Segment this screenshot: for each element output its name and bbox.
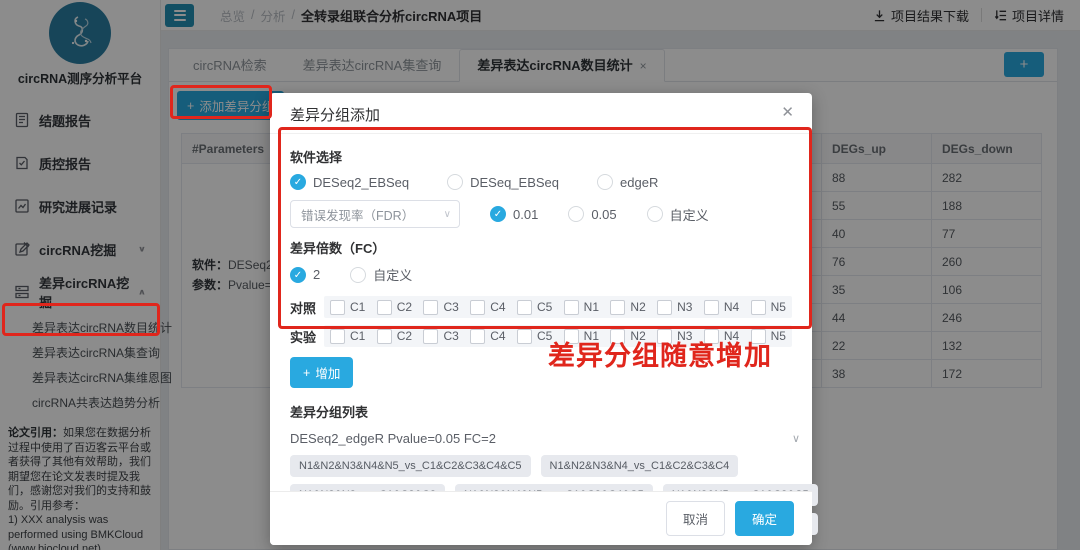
sample-checkbox-n1[interactable]: N1 — [564, 329, 599, 344]
checkbox-icon — [377, 300, 392, 315]
checkbox-icon — [657, 329, 672, 344]
software-section-label: 软件选择 — [290, 147, 792, 166]
close-icon[interactable]: ✕ — [781, 103, 794, 121]
checkbox-icon — [330, 329, 345, 344]
checkbox-icon — [517, 300, 532, 315]
radio-unchecked-icon — [568, 206, 584, 222]
software-radio-group: ✓DESeq2_EBSeq DESeq_EBSeq edgeR — [290, 174, 792, 190]
checkbox-icon — [470, 329, 485, 344]
modal-body: 软件选择 ✓DESeq2_EBSeq DESeq_EBSeq edgeR 错误发… — [270, 134, 812, 535]
checkbox-icon — [564, 300, 579, 315]
checkbox-icon — [330, 300, 345, 315]
plus-icon: + — [303, 366, 310, 380]
radio-fc-custom[interactable]: 自定义 — [350, 265, 412, 284]
sample-checkbox-n4[interactable]: N4 — [704, 300, 739, 315]
modal-header: 差异分组添加 ✕ — [270, 93, 812, 134]
radio-fdr-001[interactable]: ✓0.01 — [490, 206, 538, 222]
sample-checkbox-n2[interactable]: N2 — [610, 300, 645, 315]
checkbox-icon — [423, 300, 438, 315]
radio-deseq2-ebseq[interactable]: ✓DESeq2_EBSeq — [290, 174, 409, 190]
add-comparison-button[interactable]: + 增加 — [290, 357, 353, 388]
sample-checkbox-n4[interactable]: N4 — [704, 329, 739, 344]
radio-unchecked-icon — [350, 267, 366, 283]
control-sample-strip: C1 C2 C3 C4 C5 N1 N2 N3 N4 N5 — [324, 296, 792, 318]
control-sample-row: 对照 C1 C2 C3 C4 C5 N1 N2 N3 N4 N5 — [290, 296, 792, 318]
sample-checkbox-c3[interactable]: C3 — [423, 300, 458, 315]
fc-radio-group: ✓2 自定义 — [290, 265, 792, 284]
group-list-item[interactable]: DESeq2_edgeR Pvalue=0.05 FC=2 ∨ — [290, 431, 800, 446]
control-label: 对照 — [290, 298, 324, 317]
checkbox-icon — [423, 329, 438, 344]
sample-checkbox-n1[interactable]: N1 — [564, 300, 599, 315]
fdr-type-select[interactable]: 错误发现率（FDR） ∨ — [290, 200, 460, 228]
modal-footer: 取消 确定 — [270, 491, 812, 545]
radio-unchecked-icon — [597, 174, 613, 190]
checkbox-icon — [377, 329, 392, 344]
sample-checkbox-c5[interactable]: C5 — [517, 300, 552, 315]
sample-checkbox-c4[interactable]: C4 — [470, 329, 505, 344]
sample-checkbox-c1[interactable]: C1 — [330, 329, 365, 344]
fdr-select-value: 错误发现率（FDR） — [301, 205, 414, 224]
add-diff-group-modal: 差异分组添加 ✕ 软件选择 ✓DESeq2_EBSeq DESeq_EBSeq … — [270, 93, 812, 545]
radio-fc-2[interactable]: ✓2 — [290, 267, 320, 283]
radio-checked-icon: ✓ — [490, 206, 506, 222]
sample-checkbox-c2[interactable]: C2 — [377, 329, 412, 344]
sample-checkbox-n5[interactable]: N5 — [751, 329, 786, 344]
sample-checkbox-c2[interactable]: C2 — [377, 300, 412, 315]
modal-title: 差异分组添加 — [290, 107, 380, 124]
radio-fdr-005[interactable]: 0.05 — [568, 206, 616, 222]
experiment-label: 实验 — [290, 327, 324, 346]
fc-section-label: 差异倍数（FC） — [290, 238, 792, 257]
experiment-sample-strip: C1 C2 C3 C4 C5 N1 N2 N3 N4 N5 — [324, 325, 792, 347]
radio-checked-icon: ✓ — [290, 174, 306, 190]
chip-row: N1&N2&N3&N4&N5_vs_C1&C2&C3&C4&C5 N1&N2&N… — [290, 455, 792, 477]
sample-checkbox-c5[interactable]: C5 — [517, 329, 552, 344]
fdr-row: 错误发现率（FDR） ∨ ✓0.01 0.05 自定义 — [290, 200, 792, 228]
sample-checkbox-c4[interactable]: C4 — [470, 300, 505, 315]
checkbox-icon — [657, 300, 672, 315]
sample-checkbox-c1[interactable]: C1 — [330, 300, 365, 315]
radio-unchecked-icon — [647, 206, 663, 222]
checkbox-icon — [704, 329, 719, 344]
radio-deseq-ebseq[interactable]: DESeq_EBSeq — [447, 174, 559, 190]
checkbox-icon — [751, 329, 766, 344]
checkbox-icon — [751, 300, 766, 315]
group-list-title: DESeq2_edgeR Pvalue=0.05 FC=2 — [290, 431, 496, 446]
sample-checkbox-n3[interactable]: N3 — [657, 329, 692, 344]
sample-checkbox-n3[interactable]: N3 — [657, 300, 692, 315]
screen: circRNA测序分析平台 结题报告 质控报告 研究进展记录 circRNA挖掘… — [0, 0, 1080, 550]
sample-checkbox-c3[interactable]: C3 — [423, 329, 458, 344]
experiment-sample-row: 实验 C1 C2 C3 C4 C5 N1 N2 N3 N4 N5 — [290, 325, 792, 347]
chevron-down-icon[interactable]: ∨ — [792, 432, 800, 445]
sample-checkbox-n5[interactable]: N5 — [751, 300, 786, 315]
checkbox-icon — [517, 329, 532, 344]
confirm-button[interactable]: 确定 — [735, 501, 794, 536]
group-list-label: 差异分组列表 — [290, 402, 792, 421]
radio-checked-icon: ✓ — [290, 267, 306, 283]
cancel-button[interactable]: 取消 — [666, 501, 725, 536]
comparison-chip[interactable]: N1&N2&N3&N4_vs_C1&C2&C3&C4 — [541, 455, 739, 477]
radio-unchecked-icon — [447, 174, 463, 190]
checkbox-icon — [470, 300, 485, 315]
checkbox-icon — [704, 300, 719, 315]
checkbox-icon — [610, 300, 625, 315]
chevron-down-icon: ∨ — [444, 209, 451, 220]
radio-edger[interactable]: edgeR — [597, 174, 658, 190]
sample-checkbox-n2[interactable]: N2 — [610, 329, 645, 344]
comparison-chip[interactable]: N1&N2&N3&N4&N5_vs_C1&C2&C3&C4&C5 — [290, 455, 531, 477]
checkbox-icon — [564, 329, 579, 344]
radio-fdr-custom[interactable]: 自定义 — [647, 205, 709, 224]
checkbox-icon — [610, 329, 625, 344]
